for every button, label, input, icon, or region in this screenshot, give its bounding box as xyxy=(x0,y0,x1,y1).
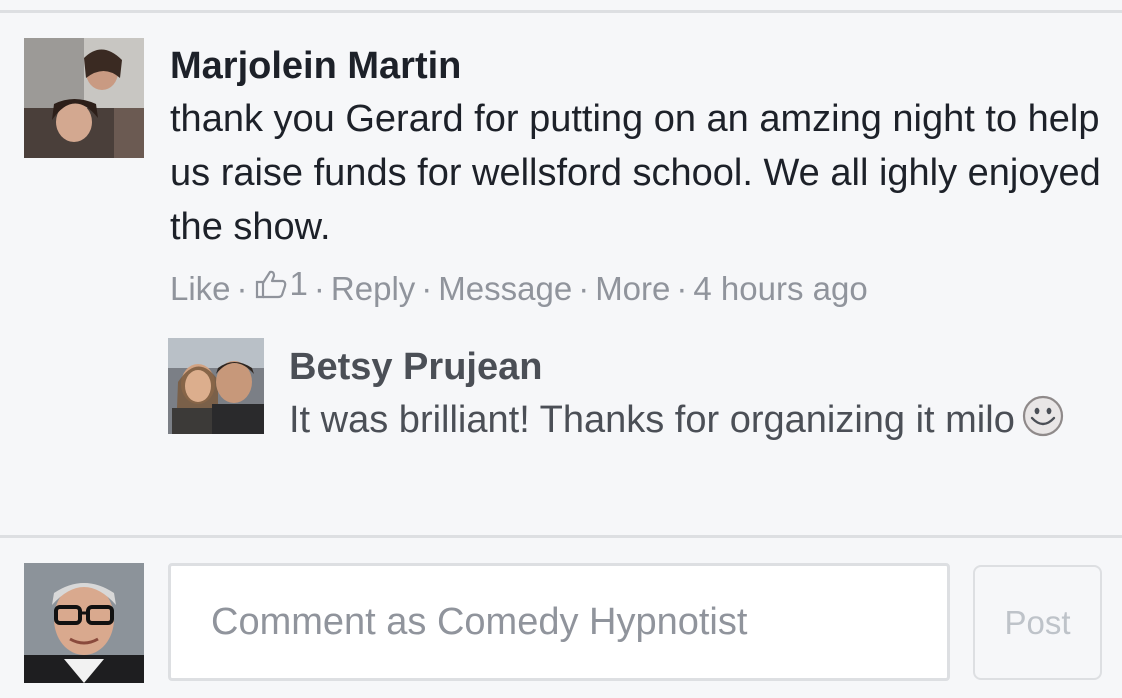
comment-input[interactable] xyxy=(168,563,950,681)
separator: · xyxy=(236,270,248,307)
comment-body: Marjolein Martin thank you Gerard for pu… xyxy=(170,40,1110,311)
like-count[interactable]: 1 xyxy=(254,262,308,306)
bottom-divider xyxy=(0,535,1122,538)
avatar[interactable] xyxy=(168,338,264,434)
more-link[interactable]: More xyxy=(595,270,670,307)
comment-author[interactable]: Marjolein Martin xyxy=(170,40,1110,92)
separator: · xyxy=(676,270,688,307)
separator: · xyxy=(313,270,325,307)
avatar xyxy=(24,563,144,683)
reply-text: It was brilliant! Thanks for organizing … xyxy=(289,399,1015,441)
separator: · xyxy=(421,270,433,307)
like-count-value: 1 xyxy=(289,265,308,302)
top-divider xyxy=(0,10,1122,13)
message-link[interactable]: Message xyxy=(438,270,572,307)
reply-text-line: It was brilliant! Thanks for organizing … xyxy=(289,393,1089,447)
smile-emoji-icon xyxy=(1021,394,1065,438)
thumbs-up-icon xyxy=(254,268,288,300)
separator: · xyxy=(578,270,590,307)
timestamp[interactable]: 4 hours ago xyxy=(693,270,867,307)
reply-author[interactable]: Betsy Prujean xyxy=(289,341,1089,393)
post-button[interactable]: Post xyxy=(973,565,1102,680)
like-link[interactable]: Like xyxy=(170,270,231,307)
comment-actions: Like · 1 · Reply · Message · More · 4 hours ago xyxy=(170,262,1110,311)
reply-link[interactable]: Reply xyxy=(331,270,415,307)
reply-body: Betsy Prujean It was brilliant! Thanks f… xyxy=(289,341,1089,447)
comment-text: thank you Gerard for putting on an amzin… xyxy=(170,98,1101,248)
avatar[interactable] xyxy=(24,38,144,158)
